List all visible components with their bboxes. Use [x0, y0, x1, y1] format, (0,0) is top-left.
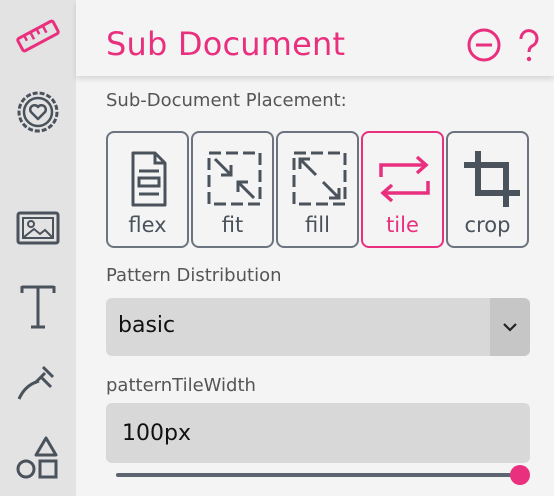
heart-badge-icon [17, 91, 59, 133]
sidebar-item-image[interactable] [0, 200, 76, 256]
slider-track [116, 473, 520, 477]
pattern-distribution-value: basic [118, 313, 176, 338]
placement-option-fit[interactable]: fit [191, 131, 274, 248]
placement-option-flex[interactable]: flex [106, 131, 189, 248]
repeat-arrows-icon [379, 155, 430, 203]
sidebar-item-favorites[interactable] [0, 84, 76, 140]
placement-option-label: fit [221, 213, 244, 237]
sidebar-item-shapes[interactable] [0, 430, 76, 486]
image-icon [16, 211, 60, 245]
placement-option-label: tile [386, 213, 419, 237]
app-root: Sub Document Sub-Document Placement: fle… [0, 0, 554, 496]
tile-width-input[interactable] [106, 403, 530, 463]
tile-width-slider[interactable] [116, 464, 530, 486]
arrows-outward-icon [292, 151, 347, 206]
chevron-down-icon [503, 323, 517, 332]
sidebar-item-text[interactable] [0, 278, 76, 334]
shapes-icon [16, 436, 58, 479]
select-caret[interactable] [490, 298, 530, 356]
placement-option-tile[interactable]: tile [361, 131, 444, 248]
panel-title: Sub Document [106, 25, 346, 63]
slider-thumb[interactable] [510, 465, 530, 485]
placement-label: Sub-Document Placement: [106, 90, 347, 111]
arrows-inward-icon [207, 151, 262, 206]
ruler-icon [16, 19, 60, 53]
crop-icon [464, 151, 520, 207]
sub-document-panel: Sub Document Sub-Document Placement: fle… [76, 0, 554, 496]
pen-nib-icon [17, 365, 55, 400]
tile-width-label: patternTileWidth [106, 375, 256, 396]
help-question-icon[interactable] [515, 28, 543, 64]
placement-option-fill[interactable]: fill [276, 131, 359, 248]
panel-header: Sub Document [76, 0, 554, 76]
placement-options: flex fit fill tile crop [106, 131, 529, 248]
tool-sidebar [0, 0, 76, 496]
document-flex-icon [131, 151, 167, 207]
text-icon [20, 285, 56, 329]
placement-option-label: crop [464, 213, 511, 237]
sidebar-item-ruler[interactable] [0, 8, 76, 64]
collapse-panel-button[interactable] [467, 28, 501, 62]
pattern-distribution-label: Pattern Distribution [106, 265, 282, 286]
pattern-distribution-select[interactable]: basic [106, 298, 530, 356]
placement-option-label: fill [305, 213, 330, 237]
placement-option-label: flex [128, 213, 167, 237]
placement-option-crop[interactable]: crop [446, 131, 529, 248]
sidebar-item-draw[interactable] [0, 354, 76, 410]
